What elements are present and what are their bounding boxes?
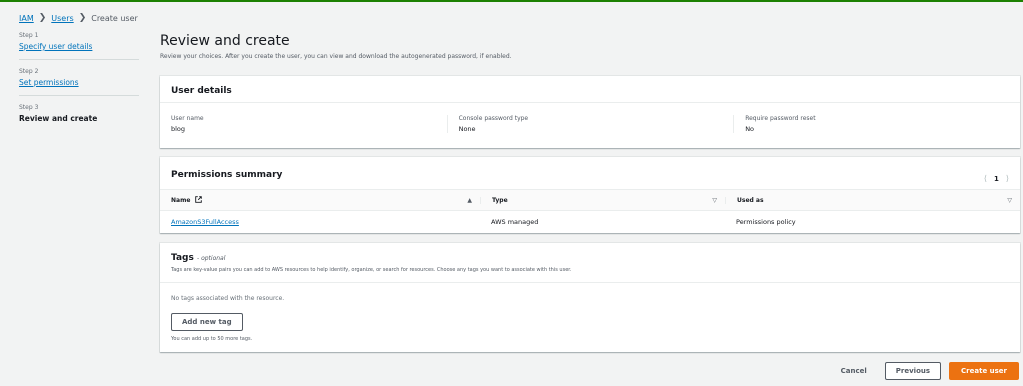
step-number: Step 2	[19, 68, 39, 75]
create-user-button[interactable]: Create user	[949, 362, 1019, 380]
page-title: Review and create	[160, 33, 290, 49]
tags-description: Tags are key-value pairs you can add to …	[171, 267, 572, 273]
tags-limit-hint: You can add up to 50 more tags.	[171, 336, 253, 342]
add-new-tag-button[interactable]: Add new tag	[171, 313, 243, 331]
tags-panel: Tags - optional Tags are key-value pairs…	[160, 243, 1020, 352]
column-label: Type	[492, 196, 508, 204]
chevron-right-icon: ❯	[78, 13, 87, 23]
field-require-password-reset: Require password reset No	[733, 115, 1020, 133]
policy-type: AWS managed	[491, 217, 539, 226]
success-bar	[0, 0, 1023, 2]
user-details-panel: User details User name blog Console pass…	[160, 76, 1020, 148]
breadcrumb-iam[interactable]: IAM	[19, 14, 34, 23]
field-value: No	[745, 125, 755, 133]
policy-link[interactable]: AmazonS3FullAccess	[171, 218, 239, 226]
breadcrumb-current: Create user	[91, 13, 138, 23]
field-console-password-type: Console password type None	[446, 115, 734, 133]
step-number: Step 1	[19, 32, 39, 39]
tags-title: Tags - optional	[171, 253, 1009, 263]
column-header-used-as[interactable]: Used as ▽	[725, 196, 1020, 204]
field-label: User name	[171, 115, 204, 122]
step-link-specify-user-details[interactable]: Specify user details	[19, 42, 139, 51]
breadcrumb: IAM ❯ Users ❯ Create user	[19, 13, 138, 23]
chevron-left-icon[interactable]: ⟨	[984, 174, 987, 183]
external-link-icon	[194, 196, 202, 203]
field-value: blog	[171, 125, 186, 133]
optional-label: - optional	[197, 255, 226, 262]
field-label: Console password type	[458, 115, 529, 122]
tags-title-text: Tags	[171, 253, 194, 263]
empty-state-text: No tags associated with the resource.	[171, 295, 285, 302]
breadcrumb-users[interactable]: Users	[51, 14, 73, 23]
wizard-footer: Cancel Previous Create user	[831, 362, 1019, 380]
step-2: Step 2 Set permissions	[19, 68, 139, 96]
table-header: Name ▲ Type ▽ Used as ▽	[160, 189, 1020, 211]
previous-button[interactable]: Previous	[884, 362, 942, 380]
step-3: Step 3 Review and create	[19, 104, 139, 131]
permissions-summary-panel: Permissions summary ⟨ 1 ⟩ Name ▲ Type ▽ …	[160, 157, 1020, 233]
step-current-review-and-create: Review and create	[19, 114, 98, 123]
page-header: Review and create Review your choices. A…	[160, 33, 1020, 60]
page-number[interactable]: 1	[994, 175, 999, 183]
sort-down-icon[interactable]: ▽	[1007, 197, 1012, 204]
column-label: Used as	[737, 196, 764, 204]
table-row: AmazonS3FullAccess AWS managed Permissio…	[160, 211, 1020, 232]
permissions-summary-title: Permissions summary	[171, 170, 283, 180]
step-number: Step 3	[19, 104, 39, 111]
field-value: None	[458, 125, 476, 133]
cancel-button[interactable]: Cancel	[831, 363, 877, 379]
column-label: Name	[171, 197, 191, 204]
user-details-title: User details	[171, 86, 232, 96]
field-user-name: User name blog	[160, 115, 447, 133]
page-subtitle: Review your choices. After you create th…	[160, 53, 512, 60]
step-1: Step 1 Specify user details	[19, 32, 139, 60]
sort-down-icon[interactable]: ▽	[712, 197, 717, 204]
chevron-right-icon: ❯	[38, 13, 47, 23]
pagination: ⟨ 1 ⟩	[984, 168, 1009, 189]
policy-used-as: Permissions policy	[736, 217, 796, 226]
column-header-type[interactable]: Type ▽	[480, 196, 725, 204]
column-header-name[interactable]: Name ▲	[160, 196, 480, 204]
chevron-right-icon[interactable]: ⟩	[1006, 174, 1009, 183]
wizard-steps: Step 1 Specify user details Step 2 Set p…	[19, 32, 139, 139]
step-link-set-permissions[interactable]: Set permissions	[19, 78, 139, 87]
field-label: Require password reset	[745, 115, 816, 122]
sort-ascending-icon[interactable]: ▲	[467, 197, 472, 204]
